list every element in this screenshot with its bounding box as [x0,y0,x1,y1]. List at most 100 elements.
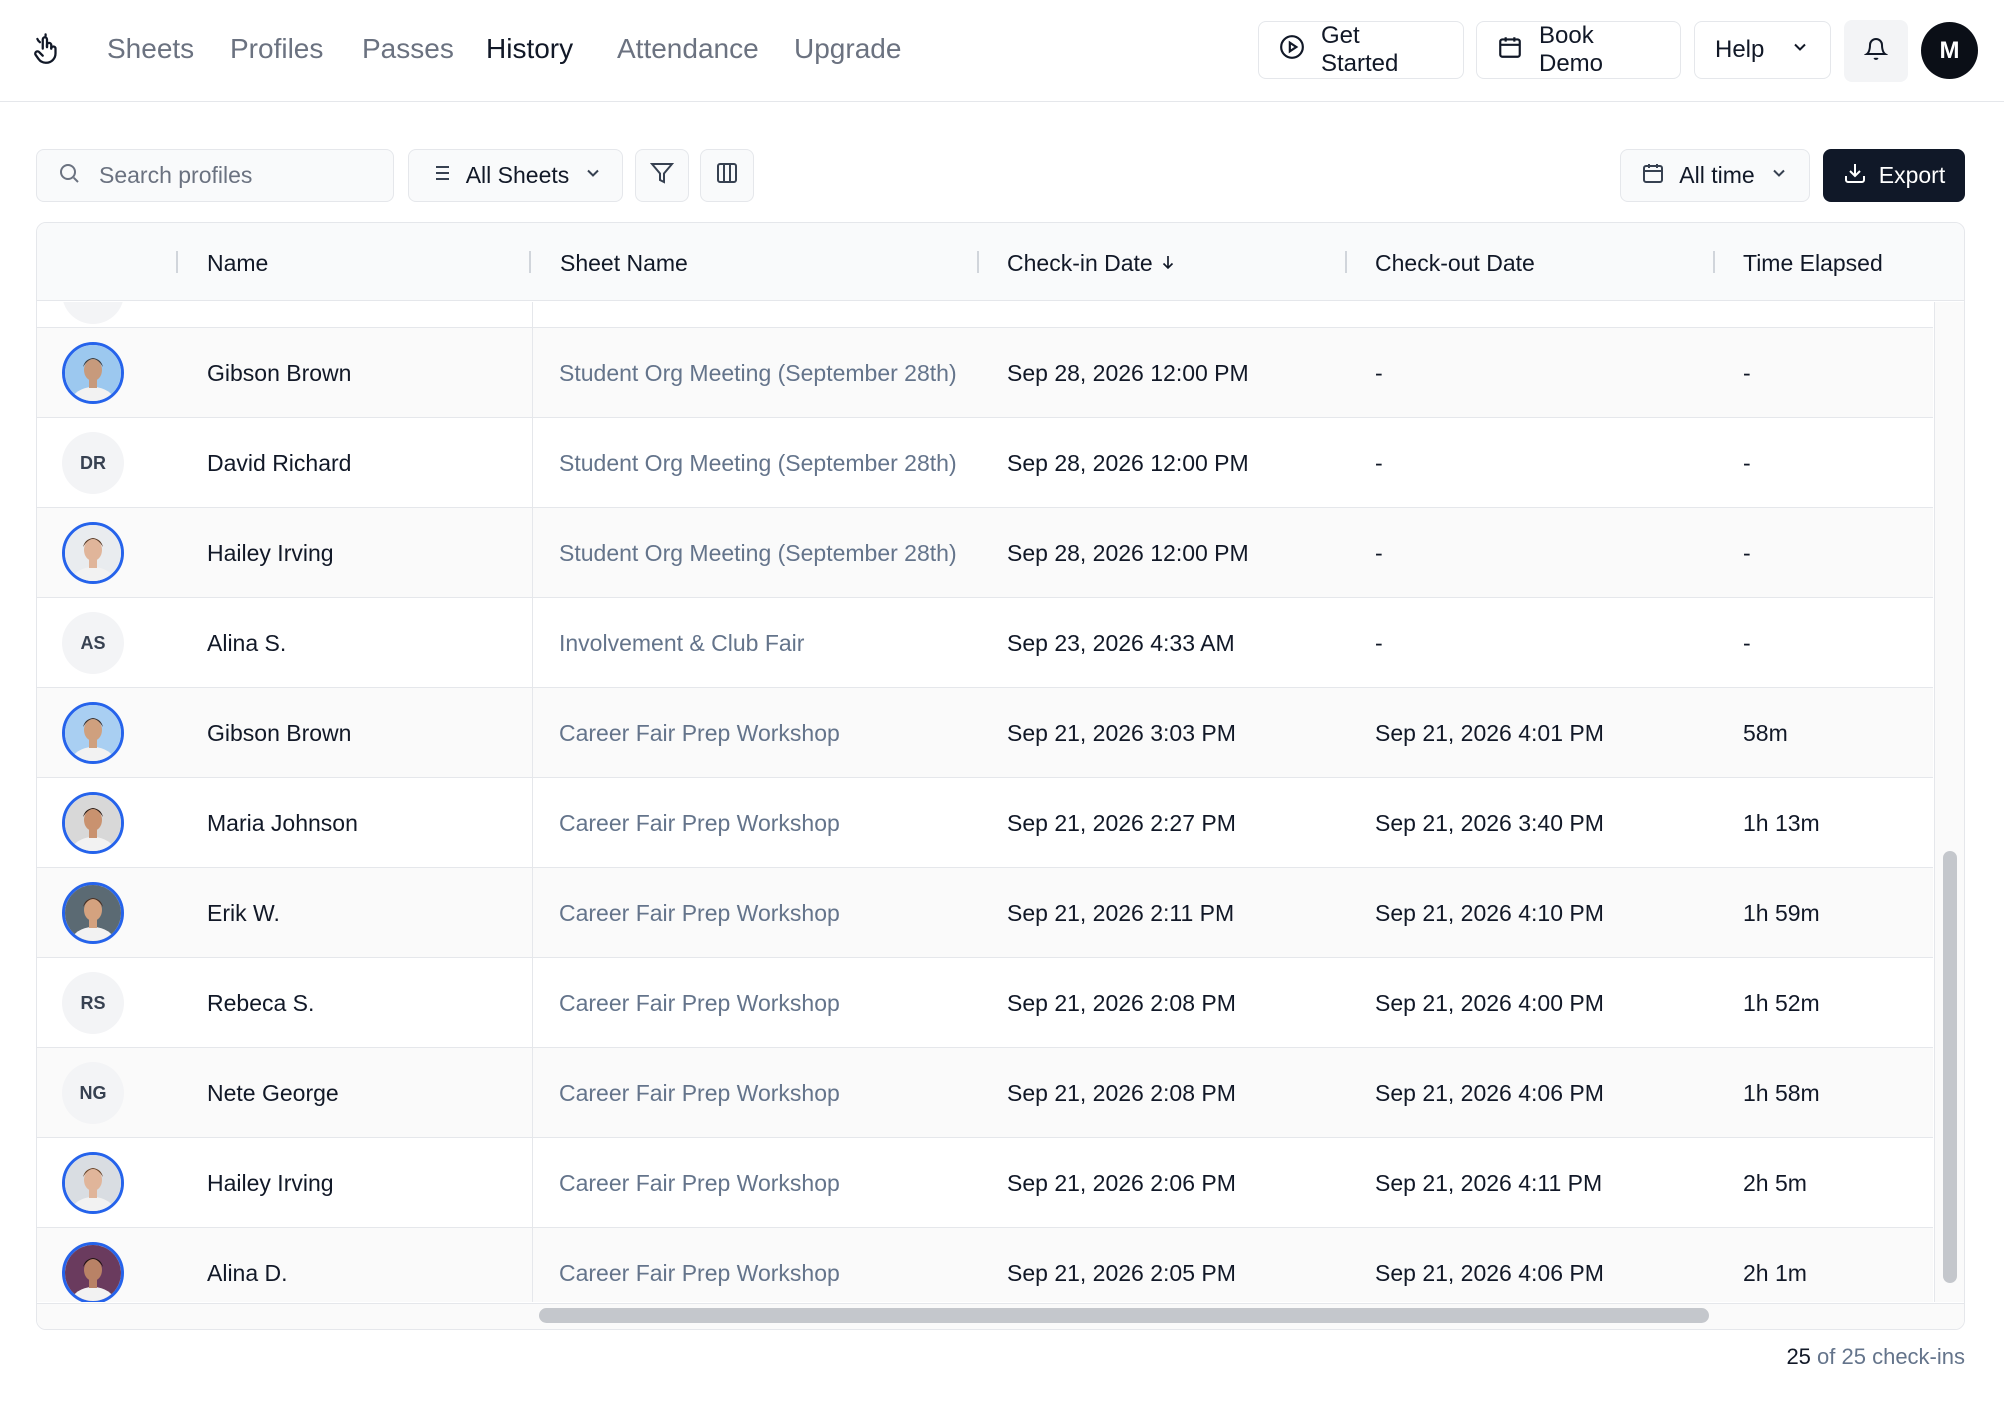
help-dropdown[interactable]: Help [1694,21,1831,79]
sheets-filter-dropdown[interactable]: All Sheets [408,149,623,202]
avatar: AS [62,612,124,674]
table-row[interactable]: DR David Richard Student Org Meeting (Sept… [37,418,1933,508]
row-sheet-link[interactable]: Career Fair Prep Workshop [559,809,840,837]
row-checkin-date: Sep 28, 2026 12:00 PM [1007,450,1249,476]
column-resize-handle[interactable] [977,251,979,273]
checkins-table: Name Sheet Name Check-in Date Check-out … [36,222,1965,1330]
column-header-name-label: Name [207,250,269,276]
avatar [62,702,124,764]
nav-link-attendance[interactable]: Attendance [617,32,759,66]
row-checkin-date: Sep 21, 2026 2:08 PM [1007,1080,1236,1106]
notifications-button[interactable] [1844,20,1908,82]
nav-link-sheets[interactable]: Sheets [107,32,194,66]
avatar: RS [62,972,124,1034]
row-checkin-date: Sep 21, 2026 2:06 PM [1007,1170,1236,1196]
checkins-count-shown: 25 [1786,1344,1811,1369]
export-label: Export [1878,162,1946,188]
row-checkin-date: Sep 21, 2026 2:11 PM [1007,900,1235,926]
nav-link-profiles[interactable]: Profiles [230,32,323,66]
table-row[interactable]: Hailey Irving Career Fair Prep Workshop Se… [37,1138,1933,1228]
row-checkin-date: Sep 21, 2026 2:27 PM [1007,810,1236,836]
arrow-down-icon [1159,249,1177,277]
row-checkin-date: Sep 28, 2026 12:00 PM [1007,540,1249,566]
table-row[interactable]: Alina D. Career Fair Prep Workshop Sep 21,… [37,1228,1933,1302]
table-row[interactable]: Hailey Irving Student Org Meeting (Septem… [37,508,1933,598]
row-checkout-date: Sep 21, 2026 3:40 PM [1375,810,1604,836]
table-row[interactable]: RS Rebeca S. Career Fair Prep Workshop Sep … [37,958,1933,1048]
table-row[interactable]: NG Nete George Career Fair Prep Workshop Se… [37,1048,1933,1138]
row-checkin-date: Sep 21, 2026 3:03 PM [1007,720,1236,746]
column-header-name[interactable]: Name [207,249,268,277]
nav-link-upgrade[interactable]: Upgrade [794,32,901,66]
row-sheet-link[interactable]: Career Fair Prep Workshop [559,899,840,927]
row-name: Hailey Irving [207,540,334,566]
calendar-icon [1641,161,1665,191]
row-sheet-link[interactable]: Career Fair Prep Workshop [559,1169,840,1197]
column-header-elapsed[interactable]: Time Elapsed [1743,249,1883,277]
table-row[interactable]: Gibson Brown Career Fair Prep Workshop Sep… [37,688,1933,778]
search-profiles-field[interactable] [36,149,394,202]
filter-button[interactable] [635,149,689,202]
export-button[interactable]: Export [1823,149,1965,202]
table-row[interactable]: Erik W. Career Fair Prep Workshop Sep 21, … [37,868,1933,958]
funnel-icon [649,161,675,191]
table-body: Gibson Brown Student Org Meeting (Septemb… [37,302,1933,1302]
table-row[interactable] [37,302,1933,328]
hand-pointer-logo-icon[interactable] [30,32,64,68]
row-sheet-link[interactable]: Student Org Meeting (September 28th) [559,539,957,567]
row-sheet-link[interactable]: Student Org Meeting (September 28th) [559,449,957,477]
search-input[interactable] [99,162,359,189]
avatar [62,302,124,324]
row-time-elapsed: 1h 52m [1743,990,1820,1016]
avatar [62,522,124,584]
nav-link-history[interactable]: History [486,32,573,66]
column-resize-handle[interactable] [176,251,178,273]
row-sheet-link[interactable]: Student Org Meeting (September 28th) [559,359,957,387]
nav-link-passes[interactable]: Passes [362,32,454,66]
search-icon [57,161,81,190]
column-header-checkin[interactable]: Check-in Date [1007,249,1177,277]
columns-button[interactable] [700,149,754,202]
row-sheet-link[interactable]: Career Fair Prep Workshop [559,1259,840,1287]
download-icon [1843,161,1867,191]
date-range-label: All time [1679,162,1755,188]
column-header-checkin-label: Check-in Date [1007,250,1153,276]
column-header-sheet[interactable]: Sheet Name [560,249,688,277]
book-demo-button[interactable]: Book Demo [1476,21,1681,79]
row-checkout-date: Sep 21, 2026 4:10 PM [1375,900,1604,926]
column-resize-handle[interactable] [529,251,531,273]
chevron-down-icon [1769,162,1789,189]
row-checkout-date: - [1375,630,1383,656]
row-time-elapsed: - [1743,630,1751,656]
column-resize-handle[interactable] [1345,251,1347,273]
vertical-scrollbar-thumb[interactable] [1943,851,1957,1283]
column-header-checkout[interactable]: Check-out Date [1375,249,1535,277]
row-checkout-date: Sep 21, 2026 4:06 PM [1375,1260,1604,1286]
calendar-icon [1497,34,1523,67]
column-resize-handle[interactable] [1713,251,1715,273]
row-checkout-date: Sep 21, 2026 4:00 PM [1375,990,1604,1016]
row-sheet-link[interactable]: Career Fair Prep Workshop [559,1079,840,1107]
table-row[interactable]: Maria Johnson Career Fair Prep Workshop Se… [37,778,1933,868]
avatar [62,1152,124,1214]
chevron-down-icon [583,162,603,189]
row-checkout-date: - [1375,360,1383,386]
row-name: Gibson Brown [207,720,352,746]
get-started-button[interactable]: Get Started [1258,21,1464,79]
table-row[interactable]: Gibson Brown Student Org Meeting (Septemb… [37,328,1933,418]
column-header-elapsed-label: Time Elapsed [1743,250,1883,276]
table-row[interactable]: AS Alina S. Involvement & Club Fair Sep 23,… [37,598,1933,688]
date-range-dropdown[interactable]: All time [1620,149,1810,202]
avatar: NG [62,1062,124,1124]
user-avatar[interactable]: M [1921,22,1978,79]
row-name: Alina S. [207,630,287,656]
row-name: Rebeca S. [207,990,315,1016]
row-checkin-date: Sep 23, 2026 4:33 AM [1007,630,1235,656]
row-sheet-link[interactable]: Involvement & Club Fair [559,629,804,657]
row-sheet-link[interactable]: Career Fair Prep Workshop [559,719,840,747]
columns-icon [715,161,739,191]
sheets-filter-label: All Sheets [465,162,570,188]
horizontal-scrollbar-thumb[interactable] [539,1308,1709,1323]
row-sheet-link[interactable]: Career Fair Prep Workshop [559,989,840,1017]
row-name: Maria Johnson [207,810,358,836]
